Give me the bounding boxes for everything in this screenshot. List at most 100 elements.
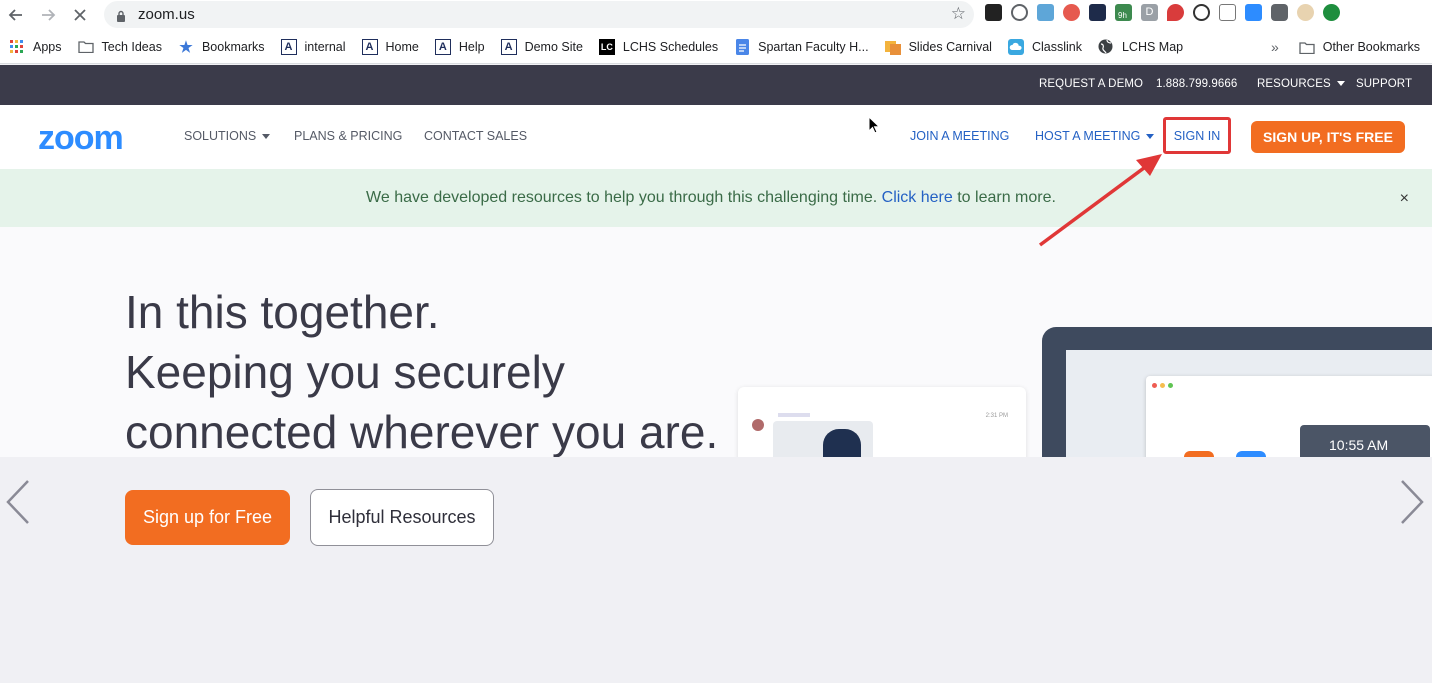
other-bookmarks[interactable]: Other Bookmarks <box>1323 40 1420 54</box>
notice-text: We have developed resources to help you … <box>366 189 878 206</box>
bookmark-home[interactable]: A Home <box>361 38 419 55</box>
update-icon[interactable] <box>1323 4 1340 21</box>
host-meeting-menu[interactable]: HOST A MEETING <box>1035 129 1155 143</box>
globe-icon <box>1098 39 1114 55</box>
bookmarks-overflow: » Other Bookmarks <box>1271 30 1420 64</box>
bookmark-apps[interactable]: Apps <box>9 39 62 55</box>
clock-card: 10:55 AM <box>1300 425 1430 457</box>
request-demo-link[interactable]: REQUEST A DEMO <box>1039 78 1143 90</box>
grid-extension-icon[interactable] <box>1219 4 1236 21</box>
zoom-logo[interactable]: zoom <box>38 119 124 158</box>
a-logo-icon: A <box>280 38 297 55</box>
hero-line-1: In this together. <box>125 286 440 338</box>
zoom-extension-icon[interactable] <box>1245 4 1262 21</box>
resources-menu[interactable]: RESOURCES <box>1257 78 1345 90</box>
host-meeting-label: HOST A MEETING <box>1035 129 1141 143</box>
contact-sales-link[interactable]: CONTACT SALES <box>424 129 527 143</box>
qr-code-icon[interactable] <box>985 4 1002 21</box>
sign-in-link[interactable]: SIGN IN <box>1163 117 1231 154</box>
chat-time: 2:31 PM <box>985 413 1008 419</box>
a-logo-icon: A <box>500 38 517 55</box>
bookmark-spartan-faculty[interactable]: Spartan Faculty H... <box>734 38 869 55</box>
notice-text-end: to learn more. <box>957 189 1056 206</box>
sign-up-for-free-button[interactable]: Sign up for Free <box>125 490 290 545</box>
power-icon[interactable] <box>1011 4 1028 21</box>
bookmark-label: Help <box>458 39 485 54</box>
puzzle-extensions-icon[interactable] <box>1271 4 1288 21</box>
more-bookmarks-chevron[interactable]: » <box>1271 39 1279 55</box>
bookmark-label: Demo Site <box>524 39 583 54</box>
bookmarks-bar: Apps Tech Ideas ★ Bookmarks A internal A… <box>0 30 1432 64</box>
helpful-resources-button[interactable]: Helpful Resources <box>310 489 494 546</box>
bookmark-tech-ideas[interactable]: Tech Ideas <box>77 39 162 55</box>
bookmark-help[interactable]: A Help <box>434 38 485 55</box>
dark-mode-icon[interactable] <box>1089 4 1106 21</box>
notice-click-here-link[interactable]: Click here <box>882 189 953 207</box>
d-extension-icon[interactable]: D <box>1141 4 1158 21</box>
solutions-menu[interactable]: SOLUTIONS <box>184 129 271 143</box>
lock-icon <box>116 9 126 22</box>
hero-heading: In this together. Keeping you securely c… <box>125 282 718 457</box>
join-meeting-link[interactable]: JOIN A MEETING <box>910 129 1009 143</box>
solutions-label: SOLUTIONS <box>184 129 257 143</box>
bookmark-label: Apps <box>33 39 62 54</box>
extension-badge: 9h <box>1118 11 1127 20</box>
window-dot <box>1160 383 1165 388</box>
bookmark-demo-site[interactable]: A Demo Site <box>500 38 583 55</box>
window-dot <box>1168 383 1173 388</box>
mouse-cursor-icon <box>868 115 881 139</box>
chat-extension-icon[interactable] <box>1167 4 1184 21</box>
bookmark-lchs-schedules[interactable]: LC LCHS Schedules <box>598 38 718 55</box>
back-arrow-icon[interactable] <box>0 0 32 30</box>
chat-illustration: 2:31 PM <box>738 387 1026 457</box>
a-logo-icon: A <box>434 38 451 55</box>
url-text: zoom.us <box>138 6 195 23</box>
address-bar[interactable]: zoom.us ☆ <box>104 1 974 28</box>
caret-down-icon <box>1336 81 1345 87</box>
stop-loading-icon[interactable] <box>64 0 96 30</box>
carousel-prev-chevron-icon[interactable] <box>4 478 32 531</box>
bookmark-slides-carnival[interactable]: Slides Carnival <box>884 39 992 55</box>
lc-logo-icon: LC <box>598 38 615 55</box>
bookmark-label: LCHS Map <box>1121 39 1184 54</box>
star-icon: ★ <box>179 38 193 56</box>
bookmark-label: Tech Ideas <box>101 39 162 54</box>
slides-icon <box>884 39 901 55</box>
cloud-extension-icon[interactable] <box>1037 4 1054 21</box>
phone-link[interactable]: 1.888.799.9666 <box>1156 78 1237 90</box>
plans-pricing-link[interactable]: PLANS & PRICING <box>294 129 402 143</box>
bookmark-bookmarks[interactable]: ★ Bookmarks <box>178 38 265 56</box>
doc-icon <box>734 38 750 55</box>
bookmark-classlink[interactable]: Classlink <box>1007 38 1082 55</box>
bookmark-label: Slides Carnival <box>908 39 992 54</box>
support-link[interactable]: SUPPORT <box>1356 78 1412 90</box>
bookmark-label: Bookmarks <box>201 39 265 54</box>
close-icon[interactable]: × <box>1400 190 1409 208</box>
carousel-next-chevron-icon[interactable] <box>1398 478 1426 531</box>
target-icon[interactable] <box>1193 4 1210 21</box>
caret-down-icon <box>1146 134 1155 140</box>
hero-line-2: Keeping you securely <box>125 346 565 398</box>
bookmark-label: Home <box>385 39 419 54</box>
bookmark-star-icon[interactable]: ☆ <box>951 4 966 24</box>
bookmark-label: internal <box>304 39 346 54</box>
bookmark-internal[interactable]: A internal <box>280 38 346 55</box>
main-navigation: zoom SOLUTIONS PLANS & PRICING CONTACT S… <box>0 105 1432 169</box>
forward-arrow-icon[interactable] <box>32 0 64 30</box>
sign-up-free-button[interactable]: SIGN UP, IT'S FREE <box>1251 121 1405 153</box>
screencast-icon[interactable] <box>1063 4 1080 21</box>
video-thumbnail <box>773 421 873 457</box>
avatar <box>752 419 764 431</box>
bookmark-lchs-map[interactable]: LCHS Map <box>1098 39 1183 55</box>
bookmark-label: Classlink <box>1031 39 1082 54</box>
folder-icon <box>1299 41 1315 54</box>
window-dot <box>1152 383 1157 388</box>
extensions-bar: 9h D <box>985 4 1340 21</box>
profile-avatar[interactable] <box>1297 4 1314 21</box>
utility-bar: REQUEST A DEMO 1.888.799.9666 RESOURCES … <box>0 65 1432 105</box>
folder-icon <box>77 39 94 55</box>
person-illustration <box>823 429 861 457</box>
chat-line <box>778 413 810 417</box>
resources-label: RESOURCES <box>1257 78 1331 90</box>
timer-extension-icon[interactable]: 9h <box>1115 4 1132 21</box>
